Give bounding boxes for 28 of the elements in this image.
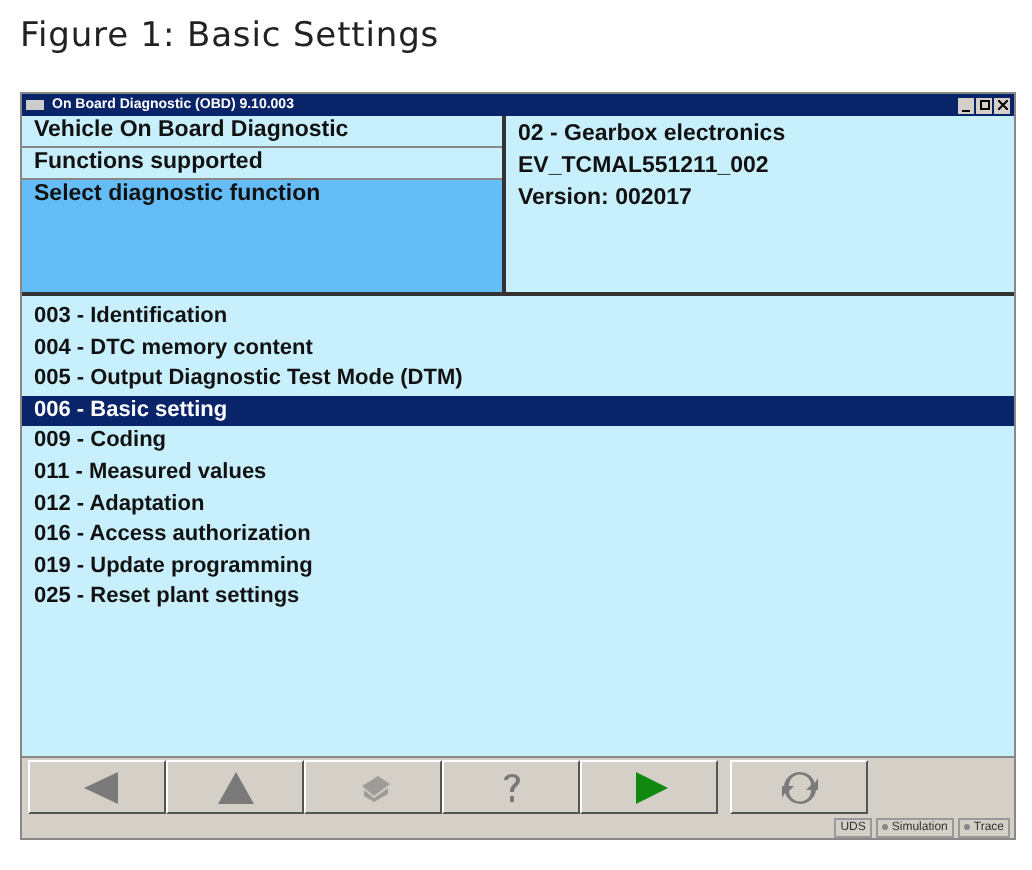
function-item[interactable]: 016 - Access authorization [22,520,1014,552]
maximize-icon [979,100,989,110]
refresh-icon [779,767,819,807]
function-item[interactable]: 025 - Reset plant settings [22,582,1014,614]
maximize-button[interactable] [976,97,992,113]
close-icon [997,100,1007,110]
function-item[interactable]: 006 - Basic setting [22,395,1014,427]
navigation-item[interactable]: Functions supported [22,148,502,180]
control-unit-info: EV_TCMAL551211_002 [518,152,769,182]
navigation-item[interactable]: Vehicle On Board Diagnostic [22,116,502,148]
close-button[interactable] [994,97,1010,113]
minimize-button[interactable] [958,97,974,113]
function-item[interactable]: 004 - DTC memory content [22,333,1014,365]
indicator-dot-icon [963,824,970,830]
function-item[interactable]: 005 - Output Diagnostic Test Mode (DTM) [22,364,1014,396]
next-button[interactable] [580,760,718,814]
control-unit-info: 02 - Gearbox electronics [518,120,786,150]
figure-caption: Figure 1: Basic Settings [20,14,440,60]
function-item[interactable]: 011 - Measured values [22,457,1014,490]
function-item[interactable]: 009 - Coding [22,426,1014,458]
control-unit-info: Version: 002017 [518,184,692,214]
function-item[interactable]: 003 - Identification [22,302,1014,334]
indicator-dot-icon [881,824,888,830]
app-icon [26,98,44,112]
function-item[interactable]: 019 - Update programming [22,551,1014,583]
up-arrow-icon [215,767,255,807]
navigation-item[interactable]: Select diagnostic function [22,180,502,292]
function-item[interactable]: 012 - Adaptation [22,489,1014,521]
